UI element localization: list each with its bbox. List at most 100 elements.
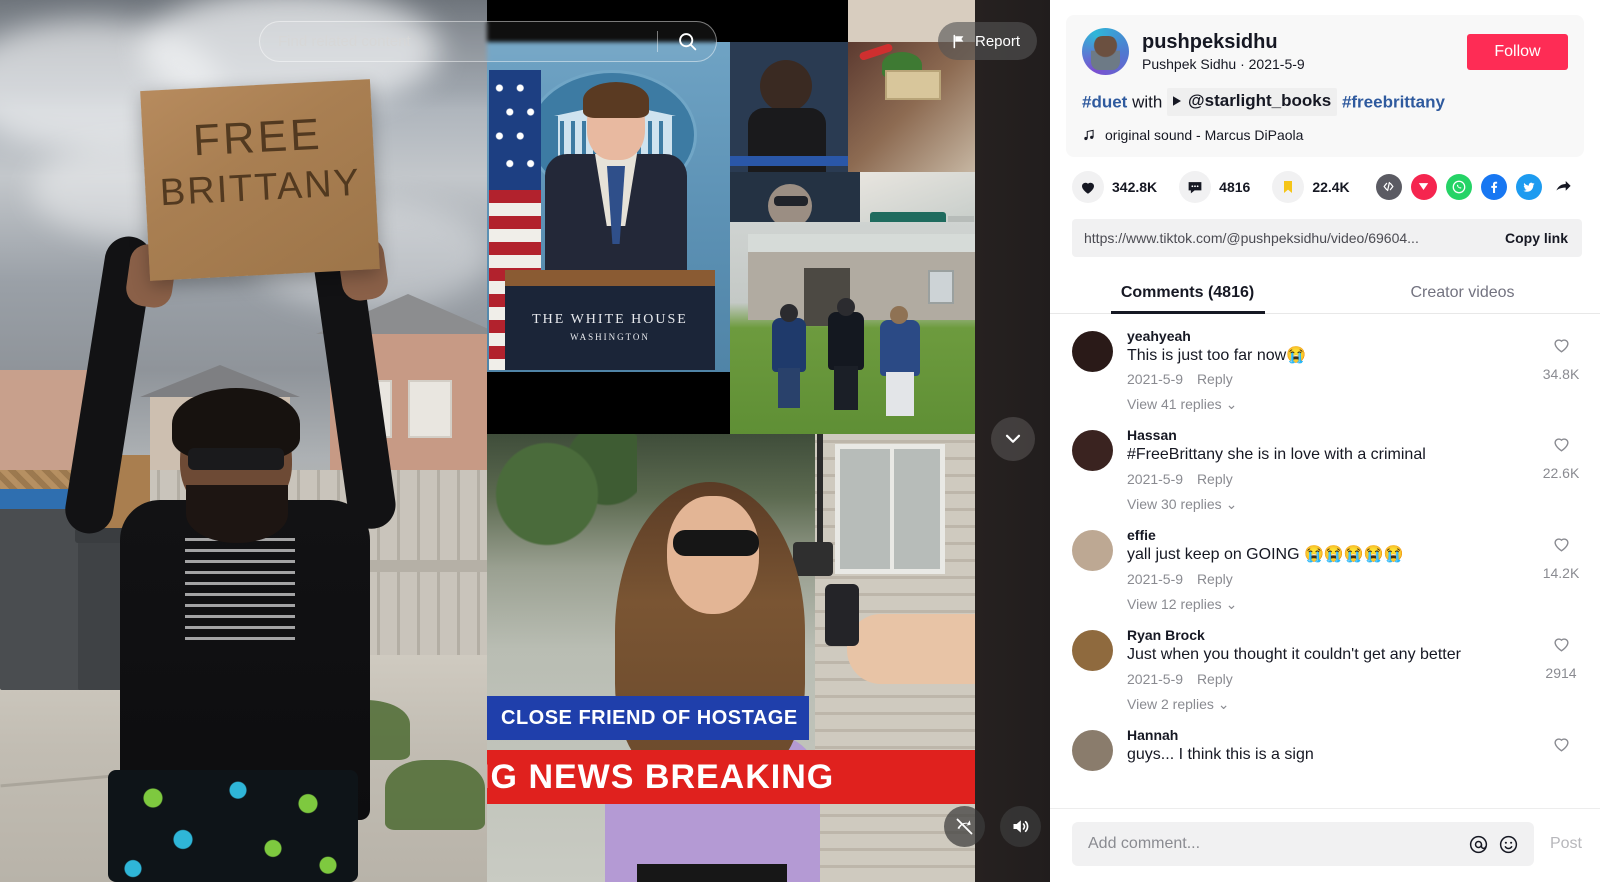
- view-replies-label: View 2 replies: [1127, 695, 1214, 712]
- volume-button[interactable]: [1000, 806, 1041, 847]
- microphone: [825, 584, 859, 646]
- hashtag-freebrittany[interactable]: #freebrittany: [1342, 92, 1445, 111]
- comment-item: yeahyeah This is just too far now😭 2021-…: [1072, 328, 1582, 388]
- copy-link-button[interactable]: Copy link: [1491, 230, 1582, 246]
- next-video-button[interactable]: [991, 417, 1035, 461]
- person-on-lawn: [772, 318, 806, 408]
- avatar[interactable]: [1072, 630, 1113, 672]
- speech-bubble-icon: [1188, 181, 1202, 194]
- comment-input[interactable]: [1088, 835, 1464, 853]
- avatar[interactable]: [1072, 530, 1113, 572]
- comment-body: Ryan Brock Just when you thought it coul…: [1127, 627, 1540, 687]
- report-label: Report: [975, 32, 1021, 50]
- comment-reply-button[interactable]: Reply: [1197, 471, 1233, 487]
- search-bar[interactable]: [259, 21, 717, 62]
- video-stage[interactable]: FREE BRITTANY THE HOUSE: [0, 0, 1050, 882]
- twitter-share-button[interactable]: [1515, 173, 1542, 200]
- comment-like-group[interactable]: 14.2K: [1540, 533, 1582, 587]
- duet-right-pane: THE HOUSE THE WHITE HOUSE WASHINGTON: [487, 0, 975, 882]
- autoscroll-toggle-button[interactable]: [944, 806, 985, 847]
- view-replies-button[interactable]: View 12 replies ⌄: [1127, 596, 1582, 613]
- duet-partner-chip[interactable]: @starlight_books: [1167, 88, 1338, 116]
- embed-code-button[interactable]: [1375, 173, 1402, 200]
- like-button[interactable]: [1072, 170, 1104, 203]
- send-share-button[interactable]: [1410, 173, 1437, 200]
- follow-button[interactable]: Follow: [1467, 33, 1568, 70]
- comment-author[interactable]: Hannah: [1127, 727, 1530, 743]
- video-info-panel: pushpeksidhu Pushpek Sidhu · 2021-5-9 Fo…: [1050, 0, 1600, 882]
- heart-icon: [1082, 182, 1094, 194]
- comment-button[interactable]: [1179, 170, 1212, 203]
- comment-like-count: 22.6K: [1542, 465, 1580, 482]
- comment-text: This is just too far now😭: [1127, 346, 1307, 364]
- facebook-icon: [1490, 181, 1497, 193]
- author-subline: Pushpek Sidhu · 2021-5-9: [1142, 56, 1467, 72]
- comment-composer: Post: [1050, 808, 1600, 882]
- comment-body: Hannah guys... I think this is a sign: [1127, 727, 1540, 771]
- search-input[interactable]: [260, 33, 657, 50]
- avatar[interactable]: [1072, 430, 1113, 472]
- like-stat[interactable]: 342.8K: [1072, 170, 1158, 203]
- more-share-button[interactable]: [1551, 174, 1577, 200]
- chevron-down-icon: [1005, 434, 1021, 443]
- heart-icon: [1553, 638, 1569, 652]
- cardboard-protest-sign: FREE BRITTANY: [140, 79, 380, 281]
- comment-meta: 2021-5-9 Reply: [1127, 671, 1530, 687]
- mention-button[interactable]: [1464, 829, 1494, 859]
- comment-author[interactable]: yeahyeah: [1127, 328, 1530, 344]
- comment-item: Ryan Brock Just when you thought it coul…: [1072, 627, 1582, 687]
- comment-like-group[interactable]: 22.6K: [1540, 433, 1582, 487]
- comment-like-group[interactable]: 34.8K: [1540, 334, 1582, 388]
- sunglasses: [774, 196, 808, 206]
- view-replies-button[interactable]: View 41 replies ⌄: [1127, 396, 1582, 413]
- comment-reply-button[interactable]: Reply: [1197, 371, 1233, 387]
- view-replies-button[interactable]: View 2 replies ⌄: [1127, 696, 1582, 713]
- report-button[interactable]: Report: [938, 22, 1038, 60]
- duet-video[interactable]: FREE BRITTANY THE HOUSE: [0, 0, 975, 882]
- play-triangle-icon: [1173, 96, 1182, 107]
- clip-news-anchor: [730, 42, 848, 172]
- view-replies-button[interactable]: View 30 replies ⌄: [1127, 496, 1582, 513]
- comment-like-group[interactable]: [1540, 733, 1582, 771]
- chyron-blue-text: CLOSE FRIEND OF HOSTAGE: [501, 706, 798, 729]
- comment-text: Just when you thought it couldn't get an…: [1127, 646, 1461, 664]
- music-row[interactable]: original sound - Marcus DiPaola: [1082, 127, 1568, 143]
- save-button[interactable]: [1272, 170, 1305, 203]
- video-url[interactable]: https://www.tiktok.com/@pushpeksidhu/vid…: [1072, 230, 1491, 246]
- whatsapp-share-button[interactable]: [1445, 173, 1472, 200]
- comments-list[interactable]: yeahyeah This is just too far now😭 2021-…: [1050, 314, 1600, 808]
- comment-meta: 2021-5-9 Reply: [1127, 371, 1530, 387]
- comment-author[interactable]: Hassan: [1127, 427, 1530, 443]
- search-button[interactable]: [658, 21, 716, 62]
- tree: [487, 434, 637, 584]
- comment-input-wrapper[interactable]: [1072, 822, 1534, 866]
- avatar[interactable]: [1072, 330, 1113, 372]
- anchor-head: [760, 60, 812, 112]
- comment-author[interactable]: effie: [1127, 527, 1530, 543]
- comment-reply-button[interactable]: Reply: [1197, 571, 1233, 587]
- comment-author[interactable]: Ryan Brock: [1127, 627, 1530, 643]
- facebook-share-button[interactable]: [1480, 173, 1507, 200]
- lower-third-bar: [730, 156, 848, 166]
- post-comment-button[interactable]: Post: [1534, 835, 1582, 853]
- avatar[interactable]: [1072, 729, 1113, 771]
- press-podium: THE WHITE HOUSE WASHINGTON: [505, 270, 715, 370]
- tab-comments[interactable]: Comments (4816): [1050, 275, 1325, 314]
- comment-reply-button[interactable]: Reply: [1197, 671, 1233, 687]
- emoji-icon: [1500, 835, 1518, 853]
- hashtag-duet[interactable]: #duet: [1082, 92, 1127, 111]
- tab-creator-videos[interactable]: Creator videos: [1325, 275, 1600, 313]
- comment-stat[interactable]: 4816: [1179, 170, 1250, 203]
- author-names: pushpeksidhu Pushpek Sidhu · 2021-5-9: [1142, 31, 1467, 72]
- author-username[interactable]: pushpeksidhu: [1142, 31, 1467, 54]
- avatar[interactable]: [1082, 28, 1129, 75]
- person-shorts: [108, 770, 358, 882]
- like-count: 342.8K: [1112, 178, 1158, 195]
- save-stat[interactable]: 22.4K: [1272, 170, 1350, 203]
- comment-like-group[interactable]: 2914: [1540, 633, 1582, 687]
- letterbox-bar: [487, 372, 730, 434]
- comment-body: effie yall just keep on GOING 😭😭😭😭😭 2021…: [1127, 527, 1540, 587]
- author-separator: ·: [1240, 56, 1245, 72]
- emoji-button[interactable]: [1494, 829, 1524, 859]
- view-replies-label: View 12 replies: [1127, 596, 1222, 613]
